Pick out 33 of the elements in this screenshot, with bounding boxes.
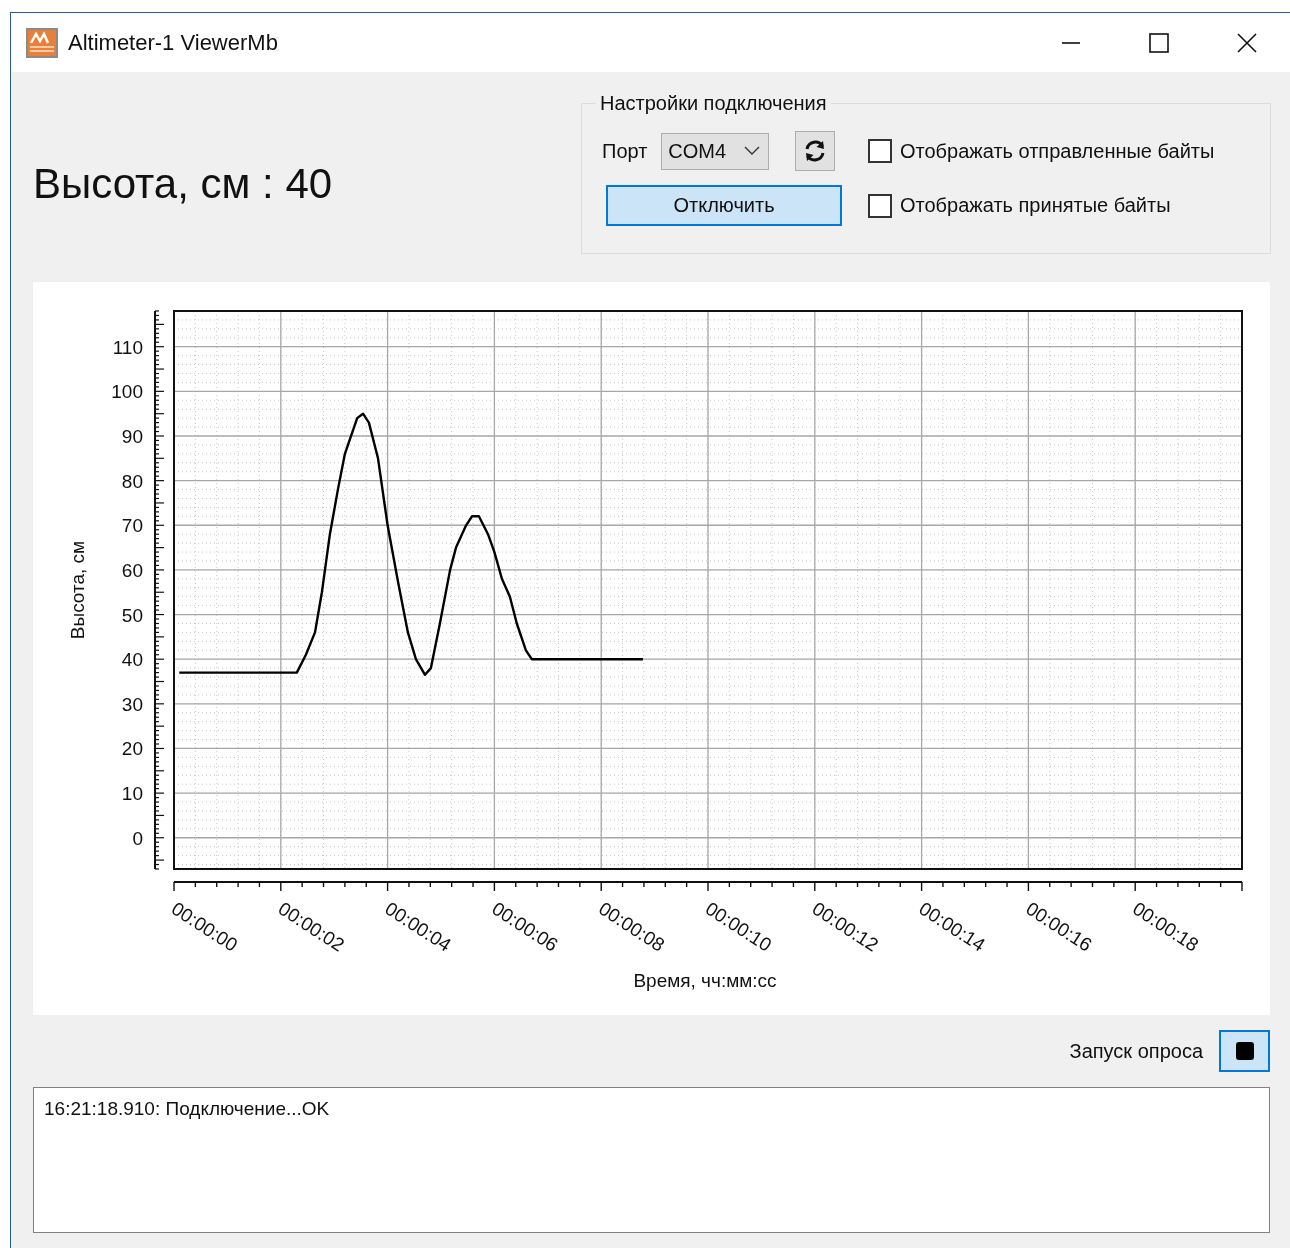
chevron-down-icon bbox=[744, 146, 761, 156]
axis-tick-label: 100 bbox=[111, 381, 143, 403]
axis-tick-label: 110 bbox=[112, 336, 143, 358]
axis-tick-label: 50 bbox=[121, 604, 143, 626]
axis-tick-label: 90 bbox=[121, 426, 143, 447]
axis-tick-label: 60 bbox=[121, 559, 143, 581]
axis-title: Высота, см bbox=[67, 540, 88, 640]
axis-tick-label: 20 bbox=[121, 738, 143, 760]
checkbox[interactable] bbox=[868, 193, 892, 218]
stop-button[interactable] bbox=[1219, 1030, 1270, 1072]
port-label: Порт bbox=[602, 139, 648, 163]
refresh-button[interactable] bbox=[795, 131, 836, 171]
axis-tick-label: 0 bbox=[132, 827, 143, 849]
port-dropdown[interactable]: COM4 bbox=[661, 132, 770, 170]
checkbox-option[interactable]: Отображать принятые байты bbox=[868, 193, 1270, 218]
axis-title: Время, чч:мм:сс bbox=[633, 970, 777, 991]
axis-tick-label: 80 bbox=[121, 470, 143, 492]
altitude-readout: Высота, см : 40 bbox=[33, 160, 333, 208]
checkbox-option[interactable]: Отображать отправленные байты bbox=[868, 139, 1270, 163]
log-line: 16:21:18.910: Подключение...OK bbox=[44, 1098, 331, 1120]
checkbox[interactable] bbox=[868, 139, 892, 163]
axis-tick-label: 40 bbox=[121, 649, 143, 671]
disconnect-button[interactable]: Отключить bbox=[606, 185, 842, 226]
stop-icon bbox=[1235, 1042, 1254, 1060]
close-icon[interactable] bbox=[1237, 32, 1257, 53]
maximize-icon[interactable] bbox=[1149, 32, 1169, 53]
window-title: Altimeter-1 ViewerMb bbox=[68, 29, 278, 56]
polling-label: Запуск опроса bbox=[1069, 1039, 1203, 1063]
axis-tick-label: 30 bbox=[121, 693, 143, 715]
axis-tick-label: 10 bbox=[121, 783, 143, 805]
axis-tick-label: 70 bbox=[121, 515, 143, 537]
group-title: Настройки подключения bbox=[599, 92, 828, 115]
app-icon bbox=[26, 27, 58, 58]
